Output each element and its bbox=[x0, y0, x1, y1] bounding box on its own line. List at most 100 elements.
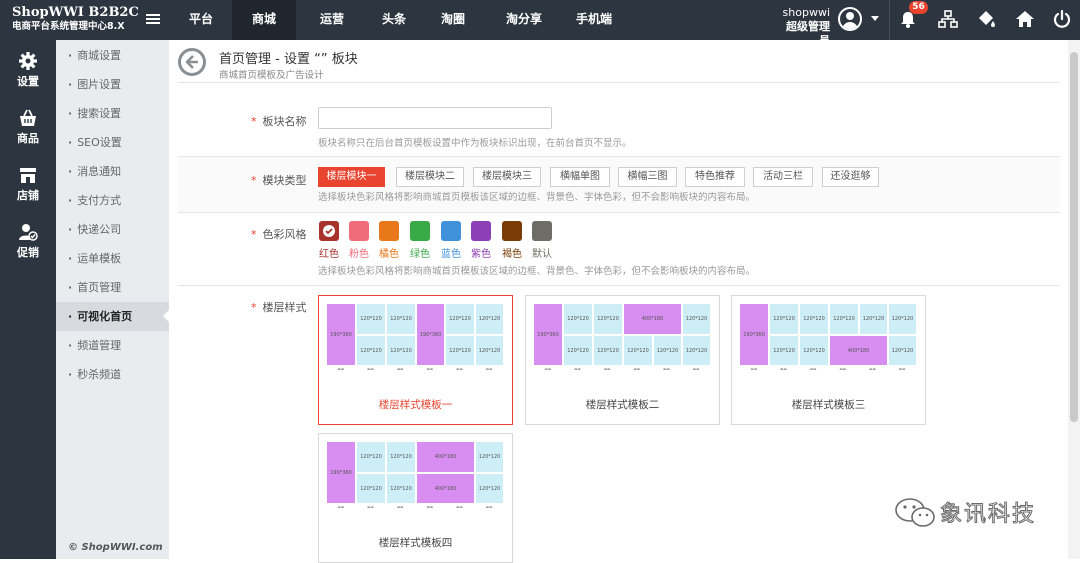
color-swatch-green[interactable] bbox=[410, 221, 430, 241]
type-option-floor-1[interactable]: 楼层模块一 bbox=[318, 167, 385, 187]
paint-bucket-icon[interactable] bbox=[976, 9, 996, 29]
subnav-item-notifications[interactable]: · 消息通知 bbox=[56, 157, 169, 186]
style-field-label: * 楼层样式 bbox=[251, 301, 307, 314]
user-name: shopwwi bbox=[782, 6, 830, 19]
subnav-item-image-settings[interactable]: · 图片设置 bbox=[56, 70, 169, 99]
subnav-item-search-settings[interactable]: · 搜索设置 bbox=[56, 99, 169, 128]
color-label-red: 红色 bbox=[319, 249, 339, 260]
subnav-item-label: 首页管理 bbox=[77, 281, 122, 294]
name-field-hint: 板块名称只在后台首页模板设置中作为板块标识出现，在前台首页不显示。 bbox=[318, 138, 632, 149]
sidebar-item-goods[interactable]: 商品 bbox=[0, 97, 56, 154]
type-option-featured[interactable]: 特色推荐 bbox=[685, 167, 745, 187]
color-swatch-default[interactable] bbox=[532, 221, 552, 241]
color-swatch-purple[interactable] bbox=[471, 221, 491, 241]
preview-cell: 120*120 bbox=[829, 303, 859, 335]
color-label-brown: 褐色 bbox=[502, 249, 522, 260]
sidebar-item-promotion[interactable]: 促销 bbox=[0, 211, 56, 268]
preview-caption-row: ▬▬ ▬▬ ▬▬ ▬▬ ▬▬ ▬▬ bbox=[337, 367, 493, 371]
scrollbar-thumb[interactable] bbox=[1070, 52, 1078, 422]
color-label-purple: 紫色 bbox=[471, 249, 491, 260]
top-nav-item-circle[interactable]: 淘圈 bbox=[420, 0, 486, 40]
top-bar: ShopWWI B2B2C 电商平台系统管理中心8.X 平台 商城 运营 头条 … bbox=[0, 0, 1080, 47]
preview-caption-row: ▬▬ ▬▬ ▬▬ ▬▬ ▬▬ ▬▬ bbox=[337, 505, 493, 509]
template-title: 楼层样式模板二 bbox=[585, 399, 660, 411]
main-content: 首页管理 - 设置 “” 板块 商城首页模板及广告设计 * 板块名称 板块名称只在… bbox=[169, 40, 1068, 563]
menu-icon[interactable] bbox=[146, 12, 160, 28]
subnav-item-visual-homepage[interactable]: · 可视化首页 bbox=[56, 302, 169, 331]
sitemap-icon[interactable] bbox=[938, 9, 958, 29]
user-avatar-icon[interactable] bbox=[838, 7, 862, 31]
chevron-down-icon[interactable] bbox=[871, 16, 879, 21]
color-label-default: 默认 bbox=[532, 249, 552, 260]
store-icon bbox=[20, 168, 36, 183]
preview-cell: 120*120 bbox=[859, 303, 888, 335]
floor-template-4[interactable]: 190*360 120*120 120*120 400*180 120*120 … bbox=[318, 433, 513, 563]
type-option-floor-2[interactable]: 楼层模块二 bbox=[396, 167, 464, 187]
preview-caption-row: ▬▬ ▬▬ ▬▬ ▬▬ ▬▬ ▬▬ bbox=[544, 367, 700, 371]
preview-cell: 190*360 bbox=[326, 441, 356, 504]
color-swatch-red[interactable] bbox=[319, 221, 339, 241]
sidebar-item-store[interactable]: 店铺 bbox=[0, 154, 56, 211]
brand-subtitle: 电商平台系统管理中心8.X bbox=[12, 21, 125, 32]
top-nav-item-platform[interactable]: 平台 bbox=[170, 0, 232, 40]
subnav-item-flash-sale[interactable]: · 秒杀频道 bbox=[56, 360, 169, 389]
color-swatch-pink[interactable] bbox=[349, 221, 369, 241]
preview-cell: 400*180 bbox=[623, 303, 682, 335]
preview-cell: 120*120 bbox=[799, 303, 829, 335]
subnav-item-couriers[interactable]: · 快递公司 bbox=[56, 215, 169, 244]
back-button[interactable] bbox=[178, 48, 206, 76]
subnav-item-mall-settings[interactable]: · 商城设置 bbox=[56, 41, 169, 70]
preview-cell: 190*360 bbox=[739, 303, 769, 366]
preview-cell: 120*120 bbox=[475, 335, 504, 366]
preview-cell: 120*120 bbox=[386, 473, 416, 504]
top-nav-item-headlines[interactable]: 头条 bbox=[368, 0, 420, 40]
preview-cell: 120*120 bbox=[682, 303, 711, 335]
color-label-green: 绿色 bbox=[410, 249, 430, 260]
floor-template-1[interactable]: 190*360 120*120 120*120 120*120 120*120 … bbox=[318, 295, 513, 425]
type-field-label: * 模块类型 bbox=[251, 174, 307, 187]
color-swatch-blue[interactable] bbox=[441, 221, 461, 241]
subnav-item-label: 运单模板 bbox=[77, 252, 122, 265]
preview-cell: 120*120 bbox=[356, 441, 386, 473]
preview-cell: 120*120 bbox=[888, 303, 917, 335]
preview-cell: 120*120 bbox=[386, 441, 416, 473]
sidebar-item-settings[interactable]: 设置 bbox=[0, 40, 56, 97]
scrollbar[interactable] bbox=[1068, 40, 1080, 559]
subnav-item-channels[interactable]: · 频道管理 bbox=[56, 331, 169, 360]
divider bbox=[178, 82, 1060, 83]
type-option-more[interactable]: 还没逛够 bbox=[822, 167, 879, 187]
subnav-item-homepage[interactable]: · 首页管理 bbox=[56, 273, 169, 302]
color-swatch-brown[interactable] bbox=[502, 221, 522, 241]
subnav-item-payment[interactable]: · 支付方式 bbox=[56, 186, 169, 215]
sidebar-item-label: 商品 bbox=[17, 132, 39, 145]
top-nav-item-mobile[interactable]: 手机端 bbox=[562, 0, 626, 40]
preview-cell: 190*360 bbox=[416, 303, 445, 366]
type-option-banner-triple[interactable]: 横幅三图 bbox=[618, 167, 677, 187]
divider bbox=[178, 285, 1060, 286]
color-swatch-orange[interactable] bbox=[379, 221, 399, 241]
top-nav-item-share[interactable]: 淘分享 bbox=[486, 0, 562, 40]
template-preview: 190*360 120*120 120*120 120*120 120*120 … bbox=[739, 303, 917, 366]
subnav-item-label: 商城设置 bbox=[77, 49, 122, 62]
promotion-icon bbox=[19, 224, 38, 241]
block-name-input[interactable] bbox=[318, 107, 552, 129]
subnav-item-waybill[interactable]: · 运单模板 bbox=[56, 244, 169, 273]
top-nav-item-operations[interactable]: 运营 bbox=[296, 0, 368, 40]
subnav-item-seo-settings[interactable]: · SEO设置 bbox=[56, 128, 169, 157]
floor-template-3[interactable]: 190*360 120*120 120*120 120*120 120*120 … bbox=[731, 295, 926, 425]
template-preview: 190*360 120*120 120*120 400*180 120*120 … bbox=[533, 303, 711, 366]
divider bbox=[178, 212, 1060, 213]
type-option-floor-3[interactable]: 楼层模块三 bbox=[473, 167, 541, 187]
floor-template-2[interactable]: 190*360 120*120 120*120 400*180 120*120 … bbox=[525, 295, 720, 425]
preview-cell: 400*180 bbox=[416, 473, 475, 504]
power-icon[interactable] bbox=[1052, 9, 1072, 29]
preview-cell: 120*120 bbox=[769, 335, 799, 366]
type-option-activity[interactable]: 活动三栏 bbox=[753, 167, 813, 187]
type-option-banner-single[interactable]: 横幅单图 bbox=[550, 167, 610, 187]
top-nav-item-mall[interactable]: 商城 bbox=[232, 0, 296, 40]
home-icon[interactable] bbox=[1015, 9, 1035, 29]
subnav-item-label: SEO设置 bbox=[77, 136, 122, 149]
subnav-item-label: 支付方式 bbox=[77, 194, 122, 207]
subnav-item-label: 快递公司 bbox=[77, 223, 122, 236]
template-preview: 190*360 120*120 120*120 400*180 120*120 … bbox=[326, 441, 504, 504]
